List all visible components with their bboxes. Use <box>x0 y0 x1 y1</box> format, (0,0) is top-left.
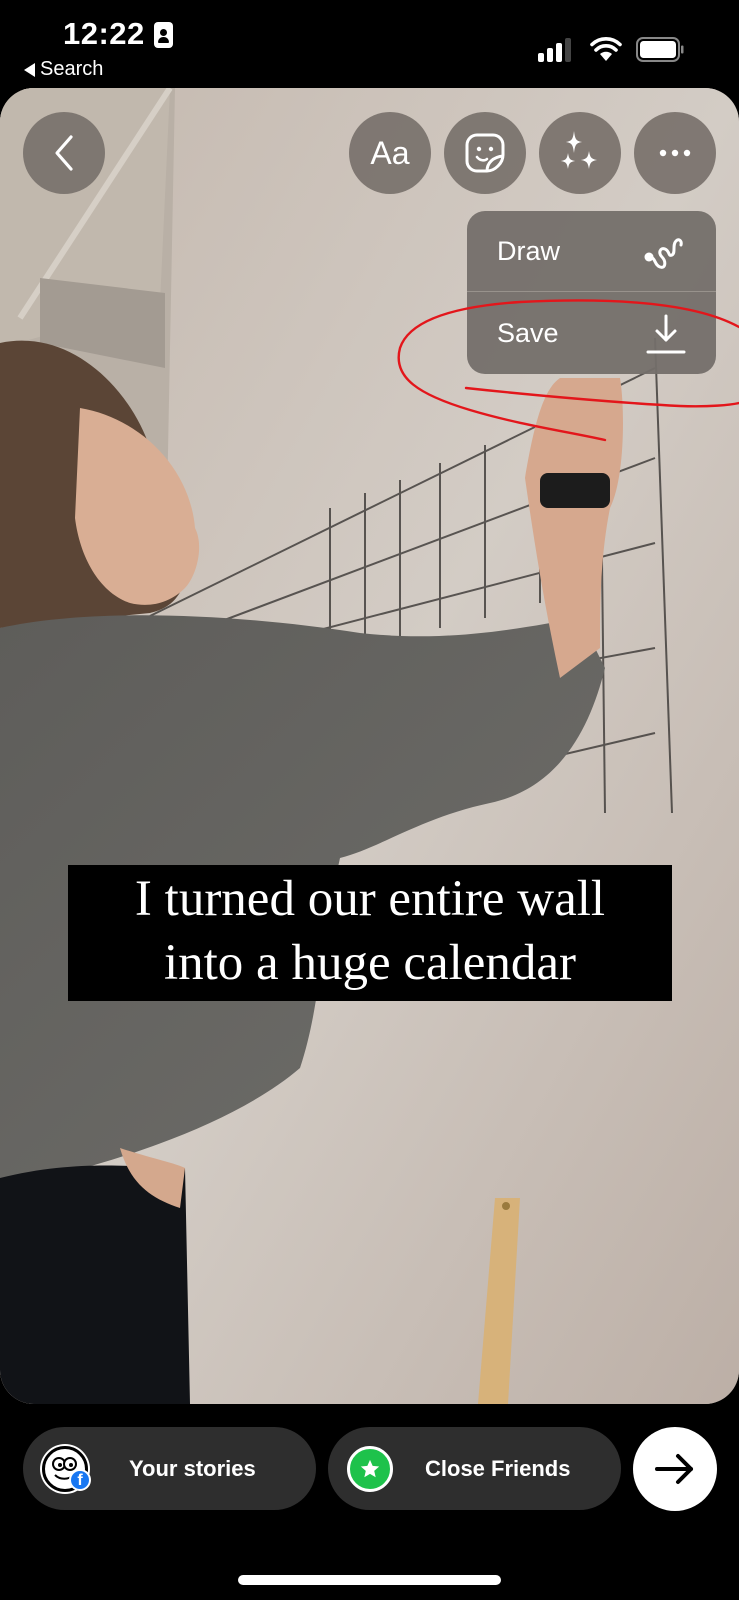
text-tool-button[interactable]: Aa <box>349 112 431 194</box>
story-canvas[interactable]: Aa Draw Save I turned our entire wall in… <box>0 88 739 1404</box>
wifi-icon <box>590 37 622 61</box>
close-friends-star-icon <box>347 1446 393 1492</box>
share-to-close-friends-button[interactable]: Close Friends <box>328 1427 621 1510</box>
your-stories-label: Your stories <box>129 1455 256 1481</box>
back-button[interactable] <box>23 112 105 194</box>
story-caption-text[interactable]: I turned our entire wall into a huge cal… <box>68 865 672 1001</box>
sticker-icon <box>465 133 505 173</box>
more-options-button[interactable] <box>634 112 716 194</box>
draw-squiggle-icon <box>644 238 683 269</box>
person-id-icon <box>154 22 173 48</box>
menu-item-save[interactable]: Save <box>467 293 716 374</box>
sticker-button[interactable] <box>444 112 526 194</box>
menu-item-draw[interactable]: Draw <box>467 211 716 292</box>
text-icon: Aa <box>370 134 410 171</box>
back-to-app-link[interactable]: Search <box>24 58 103 81</box>
arrow-right-icon <box>655 1454 693 1484</box>
battery-icon <box>636 37 684 62</box>
menu-item-save-label: Save <box>497 318 559 348</box>
sparkles-icon <box>561 131 597 169</box>
share-to-your-stories-button[interactable]: f Your stories <box>23 1427 316 1510</box>
menu-item-draw-label: Draw <box>497 235 561 266</box>
more-options-menu: Draw Save <box>467 211 716 374</box>
share-next-button[interactable] <box>633 1427 717 1511</box>
back-triangle-icon <box>24 62 35 77</box>
chevron-left-icon <box>55 135 73 171</box>
status-time: 12:22 <box>63 16 145 51</box>
effects-button[interactable] <box>539 112 621 194</box>
caption-line-2: into a huge calendar <box>163 935 577 991</box>
home-indicator[interactable] <box>238 1575 501 1585</box>
back-to-app-label: Search <box>40 58 104 80</box>
download-icon <box>646 314 686 353</box>
status-bar: 12:22 Search <box>0 0 739 88</box>
facebook-badge-icon: f <box>69 1469 91 1491</box>
cellular-signal-icon <box>538 38 571 62</box>
caption-line-1: I turned our entire wall <box>134 871 606 927</box>
close-friends-label: Close Friends <box>425 1455 571 1481</box>
more-horizontal-icon <box>659 149 691 157</box>
